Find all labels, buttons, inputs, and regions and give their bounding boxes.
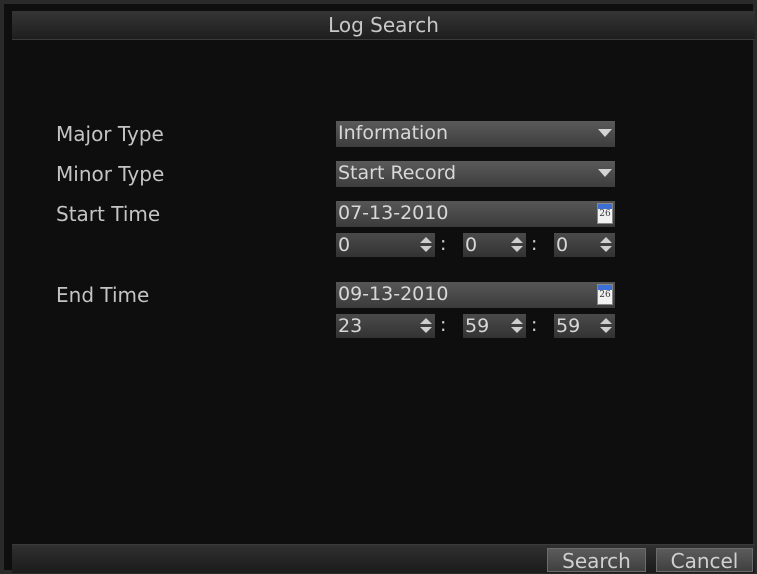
start-second-spinner[interactable]: 0 bbox=[554, 233, 615, 257]
spin-arrows-icon[interactable] bbox=[420, 318, 432, 334]
end-date-value: 09-13-2010 bbox=[338, 283, 449, 305]
cancel-button[interactable]: Cancel bbox=[656, 548, 753, 573]
end-date-field[interactable]: 09-13-2010 26 bbox=[336, 282, 615, 308]
end-hour-spinner[interactable]: 23 bbox=[336, 314, 435, 338]
end-minute-spinner[interactable]: 59 bbox=[463, 314, 526, 338]
start-minute-spinner[interactable]: 0 bbox=[463, 233, 526, 257]
calendar-icon[interactable]: 26 bbox=[597, 284, 613, 305]
title-bar: Log Search bbox=[12, 11, 755, 40]
start-time-label: Start Time bbox=[56, 202, 161, 226]
major-type-select[interactable]: Information bbox=[336, 121, 615, 147]
end-second-value: 59 bbox=[556, 315, 581, 337]
button-bar: Search Cancel bbox=[12, 544, 755, 573]
spin-arrows-icon[interactable] bbox=[511, 237, 523, 253]
start-hour-value: 0 bbox=[338, 234, 351, 256]
end-time-label: End Time bbox=[56, 283, 150, 307]
time-separator: : bbox=[531, 233, 538, 255]
minor-type-select[interactable]: Start Record bbox=[336, 161, 615, 187]
end-second-spinner[interactable]: 59 bbox=[554, 314, 615, 338]
major-type-label: Major Type bbox=[56, 122, 164, 146]
time-separator: : bbox=[440, 233, 447, 255]
start-second-value: 0 bbox=[556, 234, 569, 256]
spin-arrows-icon[interactable] bbox=[420, 237, 432, 253]
start-hour-spinner[interactable]: 0 bbox=[336, 233, 435, 257]
start-minute-value: 0 bbox=[465, 234, 478, 256]
spin-arrows-icon[interactable] bbox=[600, 237, 612, 253]
start-date-field[interactable]: 07-13-2010 26 bbox=[336, 201, 615, 227]
minor-type-label: Minor Type bbox=[56, 162, 165, 186]
time-separator: : bbox=[440, 314, 447, 336]
dialog-title: Log Search bbox=[328, 13, 439, 37]
log-search-dialog: Log Search Major Type Information Minor … bbox=[0, 0, 757, 574]
minor-type-value: Start Record bbox=[338, 162, 457, 184]
time-separator: : bbox=[531, 314, 538, 336]
dropdown-arrow-icon[interactable] bbox=[598, 169, 612, 177]
calendar-icon[interactable]: 26 bbox=[597, 203, 613, 224]
end-hour-value: 23 bbox=[338, 315, 363, 337]
end-minute-value: 59 bbox=[465, 315, 490, 337]
major-type-value: Information bbox=[338, 122, 448, 144]
spin-arrows-icon[interactable] bbox=[600, 318, 612, 334]
dropdown-arrow-icon[interactable] bbox=[598, 129, 612, 137]
start-date-value: 07-13-2010 bbox=[338, 202, 449, 224]
search-button[interactable]: Search bbox=[547, 548, 646, 573]
spin-arrows-icon[interactable] bbox=[511, 318, 523, 334]
